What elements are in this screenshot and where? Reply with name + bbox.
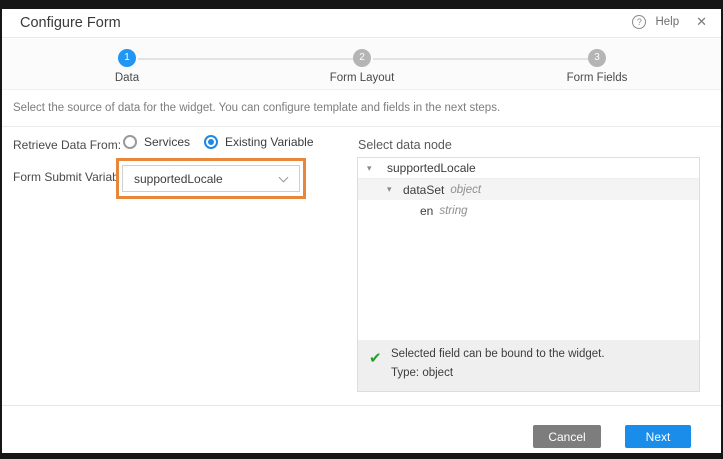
radio-label: Services (144, 135, 190, 149)
radio-existing-variable[interactable]: Existing Variable (204, 135, 314, 149)
status-message-line2: Type: object (391, 367, 453, 379)
form-submit-variable-select[interactable]: supportedLocale (122, 165, 300, 192)
select-value: supportedLocale (123, 172, 280, 186)
divider (2, 126, 721, 127)
divider (2, 405, 721, 406)
step-number-badge: 3 (588, 49, 606, 67)
step-label: Data (67, 72, 187, 84)
tree-node-dataset[interactable]: ▾ dataSet object (358, 179, 699, 200)
help-icon[interactable]: ? (632, 15, 646, 29)
status-message-line1: Selected field can be bound to the widge… (391, 348, 605, 360)
step-form-layout[interactable]: 2 Form Layout (302, 49, 422, 84)
retrieve-data-label: Retrieve Data From: (13, 138, 121, 152)
caret-down-icon[interactable]: ▾ (387, 184, 397, 195)
tree-node-supportedlocale[interactable]: ▾ supportedLocale (358, 158, 699, 179)
checkmark-icon: ✔ (369, 349, 382, 367)
tree-node-type: object (450, 184, 481, 196)
close-icon[interactable]: ✕ (696, 14, 707, 30)
step-description: Select the source of data for the widget… (13, 102, 500, 114)
step-data[interactable]: 1 Data (67, 49, 187, 84)
tree-node-label: en (420, 204, 433, 218)
chevron-down-icon (279, 172, 289, 182)
wizard-stepper: 1 Data 2 Form Layout 3 Form Fields (2, 39, 721, 90)
screen-background: Configure Form ? Help ✕ 1 Data 2 Form La… (0, 0, 723, 459)
tree-node-label: supportedLocale (387, 161, 476, 175)
data-source-radio-group: Services Existing Variable (123, 135, 314, 149)
dialog-title: Configure Form (20, 15, 121, 31)
data-node-tree: ▾ supportedLocale ▾ dataSet object en st… (357, 157, 700, 392)
tree-node-type: string (439, 205, 467, 217)
caret-down-icon[interactable]: ▾ (367, 163, 377, 174)
step-number-badge: 1 (118, 49, 136, 67)
highlight-annotation-box: supportedLocale (116, 158, 306, 199)
tree-node-label: dataSet (403, 183, 444, 197)
configure-form-dialog: Configure Form ? Help ✕ 1 Data 2 Form La… (2, 9, 721, 453)
radio-selected-icon (204, 135, 218, 149)
form-submit-variable-label: Form Submit Variable: (13, 170, 131, 184)
radio-label: Existing Variable (225, 135, 314, 149)
radio-services[interactable]: Services (123, 135, 190, 149)
step-label: Form Layout (302, 72, 422, 84)
select-data-node-heading: Select data node (358, 138, 452, 152)
tree-node-en[interactable]: en string (358, 200, 699, 221)
help-link[interactable]: Help (655, 16, 679, 28)
binding-status-message: ✔ Selected field can be bound to the wid… (358, 340, 699, 391)
cancel-button[interactable]: Cancel (533, 425, 601, 448)
step-label: Form Fields (537, 72, 657, 84)
step-form-fields[interactable]: 3 Form Fields (537, 49, 657, 84)
radio-unselected-icon (123, 135, 137, 149)
dialog-header: Configure Form ? Help ✕ (2, 9, 721, 38)
step-number-badge: 2 (353, 49, 371, 67)
next-button[interactable]: Next (625, 425, 691, 448)
